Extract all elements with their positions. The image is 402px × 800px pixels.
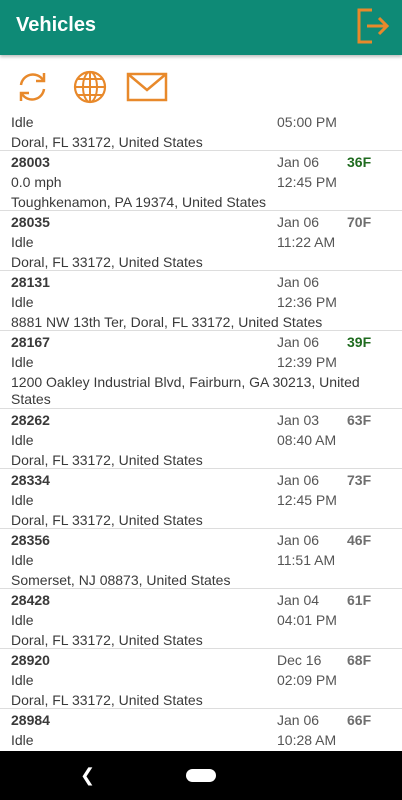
- vehicle-id: 28035: [11, 214, 50, 230]
- page-title: Vehicles: [16, 14, 97, 36]
- vehicle-row[interactable]: Idle Doral, FL 33172, United States 05:00 …: [0, 117, 402, 151]
- vehicle-id: 28262: [11, 412, 50, 428]
- vehicle-temperature: 61F: [347, 592, 372, 608]
- vehicle-id: 28984: [11, 712, 50, 728]
- vehicle-row[interactable]: 28003 0.0 mph Toughkenamon, PA 19374, Unit…: [0, 151, 402, 211]
- vehicle-temperature: 68F: [347, 652, 372, 668]
- vehicle-address: Doral, FL 33172, United States: [11, 254, 203, 270]
- vehicle-row[interactable]: 28920 Idle Doral, FL 33172, United States D…: [0, 649, 402, 709]
- vehicle-id: 28334: [11, 472, 50, 488]
- vehicle-time: 08:40 AM: [277, 432, 337, 448]
- mail-icon[interactable]: [126, 70, 168, 104]
- vehicle-time: 04:01 PM: [277, 612, 337, 628]
- vehicle-address: 1200 Oakley Industrial Blvd, Fairburn, G…: [11, 374, 360, 407]
- vehicle-row[interactable]: 28131 Idle 8881 NW 13th Ter, Doral, FL 331…: [0, 271, 402, 331]
- vehicle-address: Doral, FL 33172, United States: [11, 452, 203, 468]
- vehicle-status: 0.0 mph: [11, 174, 62, 190]
- vehicle-address: Toughkenamon, PA 19374, United States: [11, 194, 267, 210]
- vehicle-status: Idle: [11, 612, 34, 628]
- vehicle-date: Jan 06: [277, 274, 320, 290]
- vehicle-status: Idle: [11, 432, 34, 448]
- vehicle-id: 28003: [11, 154, 50, 170]
- vehicle-address: Doral, FL 33172, United States: [11, 512, 203, 528]
- vehicle-list[interactable]: Idle Doral, FL 33172, United States 05:00 …: [0, 117, 402, 751]
- vehicle-time: 11:22 AM: [277, 234, 336, 250]
- vehicle-address: Somerset, NJ 08873, United States: [11, 572, 231, 588]
- vehicle-status: Idle: [11, 354, 34, 370]
- vehicle-status: Idle: [11, 294, 34, 310]
- vehicle-time: 12:39 PM: [277, 354, 337, 370]
- system-nav-bar: ❮: [0, 751, 402, 800]
- vehicle-status: Idle: [11, 552, 34, 568]
- back-icon[interactable]: ❮: [80, 765, 95, 786]
- vehicle-time: 02:09 PM: [277, 672, 337, 688]
- vehicle-status: Idle: [11, 732, 34, 748]
- vehicle-address: Doral, FL 33172, United States: [11, 692, 203, 708]
- vehicle-id: 28356: [11, 532, 50, 548]
- vehicle-address: Doral, FL 33172, United States: [11, 134, 203, 150]
- vehicle-id: 28167: [11, 334, 50, 350]
- vehicle-row[interactable]: 28334 Idle Doral, FL 33172, United States J…: [0, 469, 402, 529]
- vehicle-temperature: 66F: [347, 712, 372, 728]
- vehicle-date: Jan 06: [277, 472, 320, 488]
- vehicle-temperature: 70F: [347, 214, 372, 230]
- vehicle-date: Jan 04: [277, 592, 320, 608]
- logout-icon[interactable]: [354, 7, 390, 45]
- vehicle-date: Jan 06: [277, 334, 320, 350]
- vehicle-address: Doral, FL 33172, United States: [11, 632, 203, 648]
- vehicle-row[interactable]: 28428 Idle Doral, FL 33172, United States J…: [0, 589, 402, 649]
- vehicle-time: 12:45 PM: [277, 174, 337, 190]
- vehicle-row[interactable]: 28984 Idle Jan 06 10:28 AM 66F: [0, 709, 402, 751]
- vehicle-row[interactable]: 28262 Idle Doral, FL 33172, United States J…: [0, 409, 402, 469]
- vehicle-time: 12:36 PM: [277, 294, 337, 310]
- vehicle-row[interactable]: 28356 Idle Somerset, NJ 08873, United Stat…: [0, 529, 402, 589]
- home-pill-icon[interactable]: [186, 769, 216, 782]
- vehicle-date: Jan 06: [277, 712, 320, 728]
- vehicle-time: 05:00 PM: [277, 117, 337, 130]
- refresh-icon[interactable]: [16, 70, 49, 104]
- vehicle-date: Jan 06: [277, 214, 320, 230]
- vehicle-id: 28428: [11, 592, 50, 608]
- vehicle-row[interactable]: 28035 Idle Doral, FL 33172, United States J…: [0, 211, 402, 271]
- vehicle-time: 12:45 PM: [277, 492, 337, 508]
- vehicle-temperature: 36F: [347, 154, 372, 170]
- vehicle-status: Idle: [11, 117, 34, 130]
- vehicle-status: Idle: [11, 492, 34, 508]
- vehicle-status: Idle: [11, 234, 34, 250]
- vehicle-address: 8881 NW 13th Ter, Doral, FL 33172, Unite…: [11, 314, 323, 330]
- vehicle-temperature: 46F: [347, 532, 372, 548]
- globe-icon[interactable]: [73, 70, 107, 104]
- app-bar: Vehicles: [0, 0, 402, 55]
- vehicle-date: Jan 03: [277, 412, 320, 428]
- vehicle-temperature: 63F: [347, 412, 372, 428]
- vehicle-time: 11:51 AM: [277, 552, 336, 568]
- vehicle-row[interactable]: 28167 Idle 1200 Oakley Industrial Blvd, Fa…: [0, 331, 402, 409]
- vehicle-temperature: 73F: [347, 472, 372, 488]
- vehicle-date: Jan 06: [277, 154, 320, 170]
- vehicle-time: 10:28 AM: [277, 732, 337, 748]
- vehicle-date: Jan 06: [277, 532, 320, 548]
- vehicle-status: Idle: [11, 672, 34, 688]
- vehicle-id: 28920: [11, 652, 50, 668]
- vehicle-date: Dec 16: [277, 652, 322, 668]
- vehicle-temperature: 39F: [347, 334, 372, 350]
- toolbar: [0, 55, 402, 117]
- vehicle-id: 28131: [11, 274, 50, 290]
